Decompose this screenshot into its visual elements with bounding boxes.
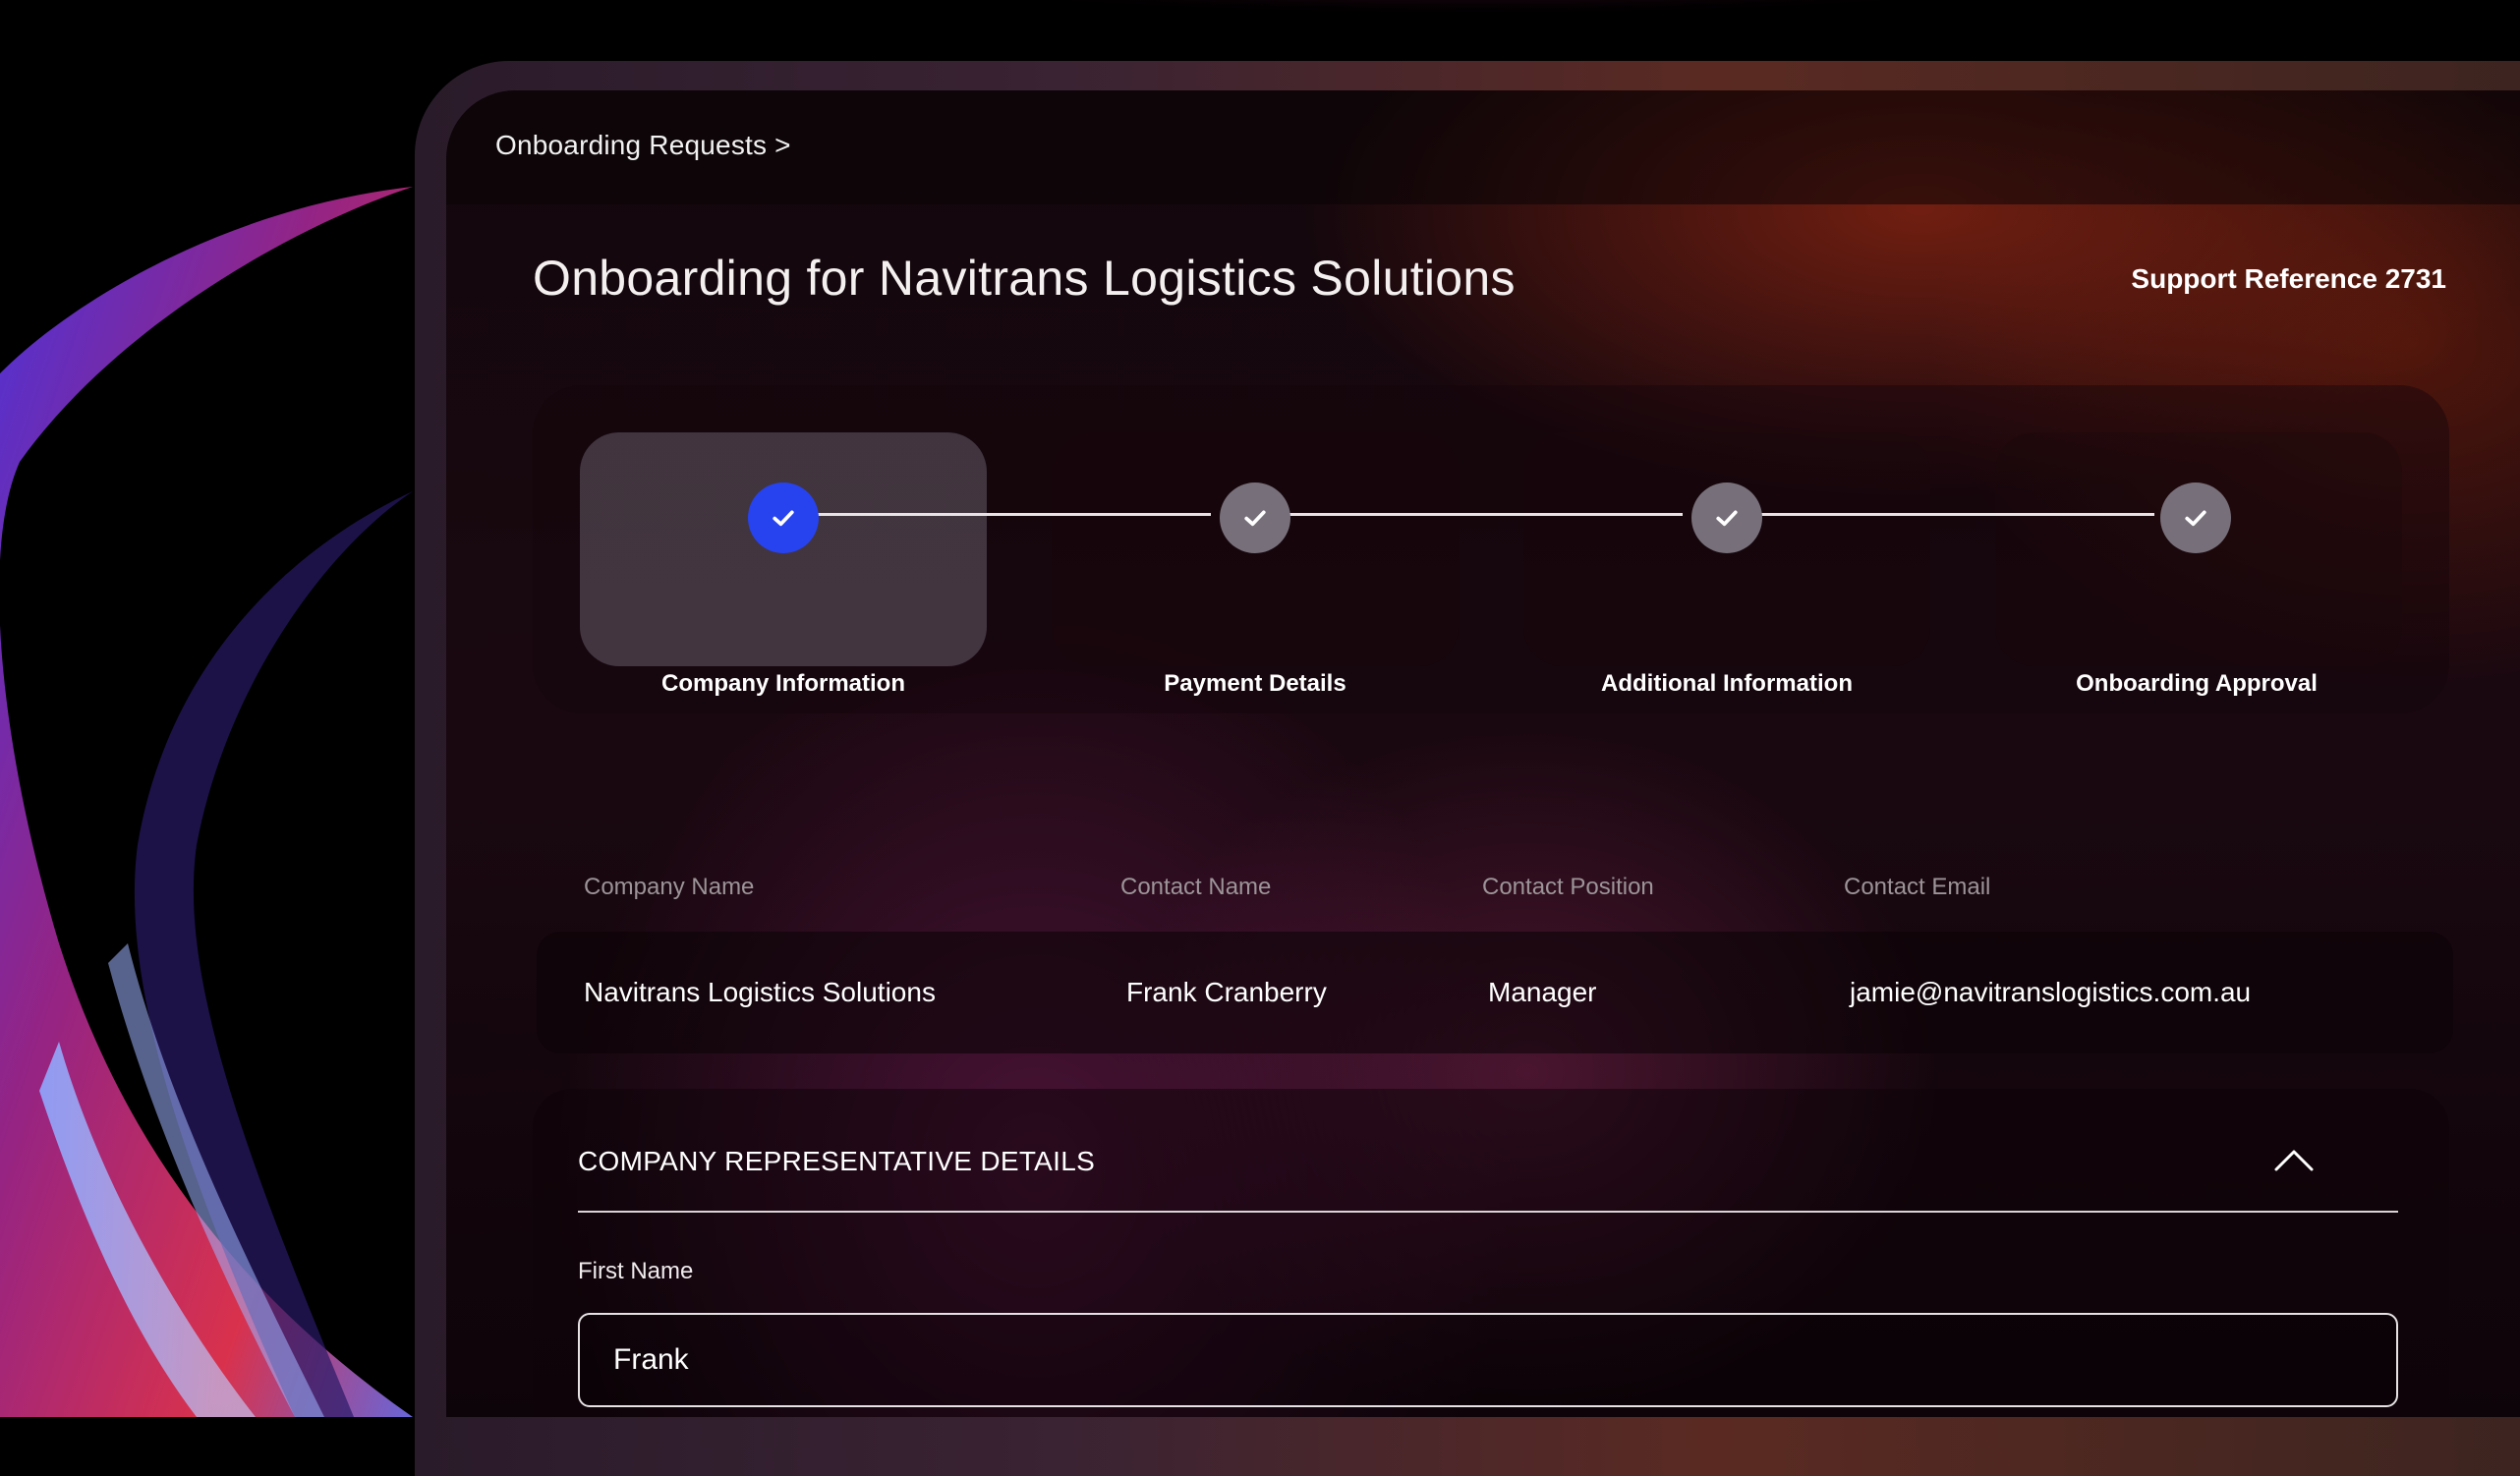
app-screen: Onboarding Requests > Onboarding for Nav… [446,90,2520,1417]
first-name-input[interactable] [578,1313,2398,1407]
step-label: Company Information [660,670,905,697]
step-connector [818,513,1211,516]
support-reference: Support Reference 2731 [2131,263,2446,294]
step-label: Additional Information [1601,670,1853,697]
company-representative-section: COMPANY REPRESENTATIVE DETAILS First Nam… [533,1089,2449,1417]
top-bar: Onboarding Requests > [446,90,2520,204]
first-name-label: First Name [578,1258,694,1284]
column-header-company-name: Company Name [584,874,755,900]
cell-contact-email: jamie@navitranslogistics.com.au [1850,977,2252,1007]
step-label: Onboarding Approval [2076,670,2318,697]
column-header-contact-position: Contact Position [1482,874,1654,900]
cell-contact-position: Manager [1488,977,1597,1007]
page-title: Onboarding for Navitrans Logistics Solut… [533,251,1516,306]
check-icon [2185,510,2206,527]
check-icon [1244,510,1266,527]
check-icon [1716,510,1738,527]
section-divider [578,1211,2398,1213]
step-complete-check-icon [1220,483,1290,553]
step-connector [1761,513,2154,516]
step-complete-check-icon [748,483,819,553]
cell-company-name: Navitrans Logistics Solutions [584,977,936,1007]
column-header-contact-name: Contact Name [1120,874,1272,900]
cell-contact-name: Frank Cranberry [1126,977,1327,1007]
breadcrumb-onboarding-requests[interactable]: Onboarding Requests > [495,130,791,161]
onboarding-stepper: Company Information Payment Details Addi… [533,385,2449,713]
step-label: Payment Details [1164,670,1346,697]
table-row[interactable]: Navitrans Logistics Solutions Frank Cran… [537,932,2453,1053]
section-title: COMPANY REPRESENTATIVE DETAILS [578,1146,1096,1176]
step-complete-check-icon [1691,483,1762,553]
check-icon [773,510,794,527]
column-header-contact-email: Contact Email [1844,874,1991,900]
step-connector [1289,513,1683,516]
chevron-up-icon[interactable] [2272,1142,2316,1175]
step-complete-check-icon [2160,483,2231,553]
